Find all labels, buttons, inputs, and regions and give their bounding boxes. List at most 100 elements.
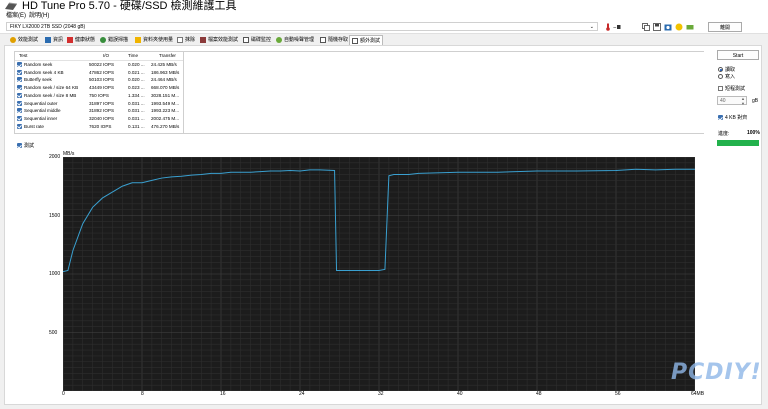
thermometer-icon[interactable]	[604, 23, 612, 31]
row-test-name: Random seek	[24, 62, 53, 67]
row-test-name: Random seek / size 8 MB	[24, 92, 77, 98]
tab-disk-monitor[interactable]: 磁碟監控	[243, 35, 271, 45]
disk-icon[interactable]	[686, 23, 694, 31]
monitor-icon	[243, 36, 249, 43]
row-io: 31892 IOPS	[89, 108, 115, 114]
row-time: 0.021 ...	[128, 69, 145, 75]
row-transfer: 1993.223 M...	[151, 108, 180, 114]
row-time: 0.031 ...	[128, 100, 145, 106]
drive-toolbar: FIKY LX2000 2TB SSD (2048 gB) ⌄ – 離開	[0, 21, 768, 34]
tab-benchmark[interactable]: 效能測試	[10, 35, 38, 45]
pcdiy-watermark: PCDIY!	[671, 360, 762, 385]
row-transfer: 1993.549 M...	[151, 100, 180, 106]
tab-file-benchmark[interactable]: 檔案效能測試	[200, 35, 238, 45]
x-tick-label: 8	[141, 391, 144, 397]
x-tick-label: 40	[457, 391, 463, 397]
align-4kb-checkbox[interactable]	[718, 115, 723, 120]
exit-button[interactable]: 離開	[708, 22, 742, 32]
y-tick-label: 1000	[49, 271, 61, 277]
row-checkbox[interactable]	[17, 108, 22, 114]
row-io: 43449 IOPS	[89, 85, 115, 91]
menu-file[interactable]: 檔案(E)	[6, 12, 26, 21]
favorite-icon[interactable]	[675, 23, 683, 31]
short-test-unit: gB	[752, 98, 759, 104]
camera-icon[interactable]	[664, 23, 672, 31]
write-label: 寫入	[725, 74, 736, 80]
x-tick-label: 48	[536, 391, 542, 397]
progress-value: 100%	[747, 130, 760, 136]
row-transfer: 668.070 MB/s	[151, 85, 180, 91]
row-checkbox[interactable]	[17, 62, 22, 67]
tab-extra-tests[interactable]: 額外測試	[349, 35, 384, 45]
row-io: 32040 IOPS	[89, 115, 115, 121]
health-icon[interactable]: –	[613, 23, 621, 31]
row-test-name: Butterfly seek	[24, 77, 52, 83]
x-tick-label: 16	[220, 391, 226, 397]
chart-toggle-checkbox[interactable]	[17, 143, 22, 148]
results-area	[182, 51, 704, 134]
row-transfer: 24.464 MB/s	[151, 77, 177, 83]
read-radio[interactable]	[718, 67, 723, 72]
col-transfer: Transfer	[159, 53, 176, 58]
drive-select[interactable]: FIKY LX2000 2TB SSD (2048 gB) ⌄	[6, 22, 598, 31]
col-io: I/O	[103, 53, 110, 58]
random-access-icon	[320, 36, 326, 43]
spin-arrows-icon[interactable]: ▲ ▼	[741, 96, 745, 106]
chevron-down-icon: ⌄	[589, 24, 594, 30]
short-test-checkbox[interactable]	[718, 86, 723, 91]
row-test-name: Sequential middle	[24, 108, 61, 114]
row-io: 50022 IOPS	[89, 62, 115, 67]
health-cross-icon	[67, 36, 73, 43]
start-button[interactable]: Start	[717, 50, 759, 60]
svg-text:–: –	[613, 24, 617, 32]
y-tick-label: 1500	[49, 212, 61, 219]
x-tick-label: 24	[299, 391, 305, 397]
app-logo-icon	[5, 2, 18, 10]
copy-icon[interactable]	[642, 23, 650, 31]
x-tick-label: 0	[62, 391, 65, 397]
chart-toggle-label: 測試	[24, 143, 35, 149]
row-checkbox[interactable]	[17, 77, 22, 83]
tab-aam[interactable]: 自動噪聲管理	[276, 35, 314, 45]
read-label: 讀取	[725, 67, 736, 73]
row-transfer: 476.270 MB/s	[151, 123, 180, 129]
row-checkbox[interactable]	[17, 100, 22, 106]
short-test-size-input[interactable]: 40 ▲ ▼	[717, 96, 747, 106]
tab-folder-usage[interactable]: 資料夾使用量	[135, 35, 173, 45]
aam-icon	[276, 36, 282, 43]
row-checkbox[interactable]	[17, 123, 22, 129]
row-test-name: Random seek 4 KB	[24, 69, 64, 75]
erase-icon	[177, 36, 183, 43]
y-tick-label: 2000	[49, 154, 61, 160]
tab-erase[interactable]: 抹除	[177, 35, 195, 45]
write-radio[interactable]	[718, 74, 723, 79]
row-io: 7620 IOPS	[89, 123, 112, 129]
row-checkbox[interactable]	[17, 115, 22, 121]
tab-random-access[interactable]: 隨機存取	[320, 35, 348, 45]
row-test-name: Sequential outer	[24, 100, 58, 106]
row-time: 1.334 ...	[128, 92, 145, 98]
short-test-label: 短程測試	[725, 86, 746, 92]
menu-help[interactable]: 說明(H)	[29, 12, 49, 21]
tab-info[interactable]: 資訊	[45, 35, 63, 45]
row-transfer: 24.425 MB/s	[151, 62, 177, 67]
drive-select-value: FIKY LX2000 2TB SSD (2048 gB)	[10, 24, 86, 30]
row-time: 0.031 ...	[128, 108, 145, 114]
chart-panel	[62, 156, 696, 392]
row-time: 0.031 ...	[128, 115, 145, 121]
align-4kb-label: 4 KB 對齊	[725, 115, 748, 121]
save-icon[interactable]	[653, 23, 661, 31]
row-checkbox[interactable]	[17, 85, 22, 91]
benchmark-icon	[10, 36, 16, 43]
tab-health[interactable]: 健康狀態	[67, 35, 95, 45]
folder-icon	[135, 36, 141, 43]
row-transfer: 2002.475 M...	[151, 115, 180, 121]
row-checkbox[interactable]	[17, 92, 22, 98]
row-io: 750 IOPS	[89, 92, 109, 98]
row-checkbox[interactable]	[17, 69, 22, 75]
results-header: Test I/O Time Transfer	[15, 52, 183, 61]
col-time: Time	[128, 53, 139, 58]
file-benchmark-icon	[200, 36, 206, 43]
progress-bar	[717, 140, 759, 146]
tab-error-scan[interactable]: 錯誤掃描	[100, 35, 128, 45]
